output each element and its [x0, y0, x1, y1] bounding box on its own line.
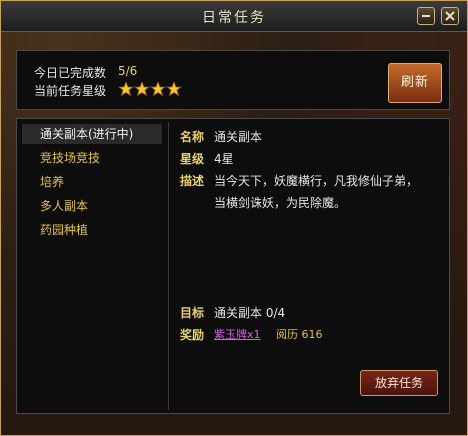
task-star: 4星 [214, 152, 234, 166]
task-name: 通关副本 [214, 130, 263, 144]
completed-label: 今日已完成数 [34, 66, 107, 80]
help-button[interactable] [417, 7, 435, 25]
name-label: 名称 [180, 130, 205, 144]
task-item-herb-garden[interactable]: 药园种植 [22, 220, 162, 240]
reward-item-link[interactable]: 紫玉牌x1 [214, 326, 261, 342]
abandon-task-button[interactable]: 放弃任务 [360, 370, 438, 396]
desc-label: 描述 [180, 174, 205, 188]
target-label: 目标 [180, 306, 205, 320]
task-desc-line1: 当今天下，妖魔横行，凡我修仙子弟， [214, 174, 419, 188]
close-icon [445, 11, 455, 21]
completed-value: 5/6 [118, 64, 138, 78]
task-desc-line2: 当横剑诛妖，为民除魔。 [214, 196, 347, 210]
close-button[interactable] [441, 7, 459, 25]
star-icon [165, 80, 183, 97]
star-icon [117, 80, 135, 97]
refresh-button[interactable]: 刷新 [388, 63, 442, 103]
star-icon [149, 80, 167, 97]
star-label: 星级 [180, 152, 205, 166]
stars-label: 当前任务星级 [34, 84, 107, 98]
minimize-icon [422, 15, 430, 17]
star-rating [117, 80, 184, 101]
title-bar: 日常任务 [1, 1, 467, 32]
task-item-cultivate[interactable]: 培养 [22, 172, 162, 192]
reward-exp: 阅历 616 [276, 328, 323, 341]
task-target: 通关副本 0/4 [214, 306, 286, 320]
task-item-multiplayer-dungeon[interactable]: 多人副本 [22, 196, 162, 216]
reward-label: 奖励 [180, 328, 205, 342]
window-title: 日常任务 [202, 10, 266, 26]
panel-divider [168, 122, 169, 410]
task-item-clear-dungeon[interactable]: 通关副本(进行中) [22, 124, 162, 144]
star-icon [133, 80, 151, 97]
task-item-arena[interactable]: 竞技场竞技 [22, 148, 162, 168]
